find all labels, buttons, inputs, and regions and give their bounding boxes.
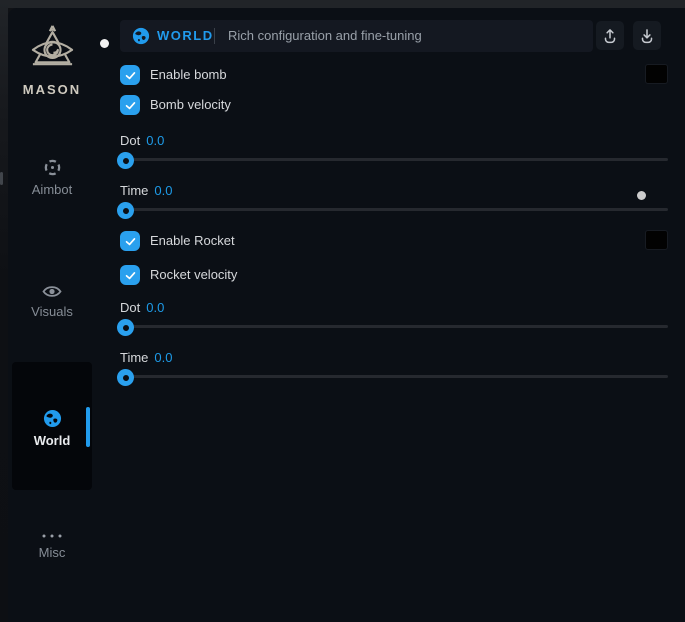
slider-label-time: Time 0.0 bbox=[120, 350, 172, 366]
slider-name: Dot bbox=[120, 133, 140, 148]
slider-value: 0.0 bbox=[146, 133, 164, 148]
slider-label-dot: Dot 0.0 bbox=[120, 300, 164, 316]
download-config-button[interactable] bbox=[633, 21, 661, 50]
slider-value: 0.0 bbox=[154, 350, 172, 365]
eye-icon bbox=[42, 284, 62, 299]
page-title: WORLD bbox=[157, 20, 214, 52]
check-icon bbox=[124, 235, 137, 248]
sidebar-item-visuals[interactable]: Visuals bbox=[12, 284, 92, 319]
upload-config-button[interactable] bbox=[596, 21, 624, 50]
enable-bomb-checkbox[interactable] bbox=[120, 65, 140, 85]
app-stage: MASON Aimbot Visuals bbox=[0, 0, 685, 622]
slider-label-dot: Dot 0.0 bbox=[120, 133, 164, 149]
header-divider bbox=[214, 28, 215, 44]
brand-name: MASON bbox=[8, 82, 96, 97]
time-slider-track[interactable] bbox=[120, 208, 668, 211]
checkbox-label: Rocket velocity bbox=[150, 265, 237, 285]
rocket-velocity-checkbox[interactable] bbox=[120, 265, 140, 285]
page-subtitle: Rich configuration and fine-tuning bbox=[228, 20, 422, 52]
dot-slider-track[interactable] bbox=[120, 158, 668, 161]
sidebar-item-label: Misc bbox=[12, 545, 92, 560]
slider-value: 0.0 bbox=[146, 300, 164, 315]
check-icon bbox=[124, 269, 137, 282]
time-slider-thumb[interactable] bbox=[117, 202, 134, 219]
active-tab-indicator bbox=[86, 407, 90, 447]
globe-icon bbox=[43, 409, 62, 428]
slider-label-time: Time 0.0 bbox=[120, 183, 172, 199]
checkbox-label: Enable bomb bbox=[150, 65, 227, 85]
upload-icon bbox=[601, 27, 619, 45]
check-icon bbox=[124, 69, 137, 82]
dot-slider-thumb[interactable] bbox=[117, 319, 134, 336]
sidebar-item-label: Aimbot bbox=[12, 182, 92, 197]
check-icon bbox=[124, 99, 137, 112]
rocket-color-swatch[interactable] bbox=[645, 230, 668, 250]
time-slider-track[interactable] bbox=[120, 375, 668, 378]
slider-name: Dot bbox=[120, 300, 140, 315]
slider-name: Time bbox=[120, 350, 148, 365]
crosshair-icon bbox=[43, 158, 62, 177]
ellipsis-icon bbox=[39, 532, 65, 540]
download-icon bbox=[638, 27, 656, 45]
time-slider-thumb[interactable] bbox=[117, 369, 134, 386]
dot-slider-track[interactable] bbox=[120, 325, 668, 328]
sidebar-item-aimbot[interactable]: Aimbot bbox=[12, 158, 92, 197]
slider-value: 0.0 bbox=[154, 183, 172, 198]
tab-header-bar: WORLD Rich configuration and fine-tuning bbox=[120, 20, 593, 52]
cursor-dot bbox=[100, 39, 109, 48]
sidebar-item-label: World bbox=[12, 433, 92, 448]
bomb-color-swatch[interactable] bbox=[645, 64, 668, 84]
mason-logo-icon bbox=[24, 20, 81, 78]
edge-scrollbar-thumb[interactable] bbox=[0, 172, 3, 185]
checkbox-label: Bomb velocity bbox=[150, 95, 231, 115]
window-frame-top bbox=[0, 0, 685, 8]
enable-rocket-checkbox[interactable] bbox=[120, 231, 140, 251]
mason-menu-window: MASON Aimbot Visuals bbox=[8, 8, 685, 622]
cursor-dot bbox=[637, 191, 646, 200]
dot-slider-thumb[interactable] bbox=[117, 152, 134, 169]
sidebar-item-world[interactable]: World bbox=[12, 362, 92, 490]
sidebar-item-label: Visuals bbox=[12, 304, 92, 319]
sidebar: MASON Aimbot Visuals bbox=[8, 8, 112, 622]
sidebar-item-misc[interactable]: Misc bbox=[12, 532, 92, 560]
window-frame-left bbox=[0, 0, 8, 622]
bomb-velocity-checkbox[interactable] bbox=[120, 95, 140, 115]
globe-icon bbox=[132, 27, 150, 45]
checkbox-label: Enable Rocket bbox=[150, 231, 235, 251]
slider-name: Time bbox=[120, 183, 148, 198]
